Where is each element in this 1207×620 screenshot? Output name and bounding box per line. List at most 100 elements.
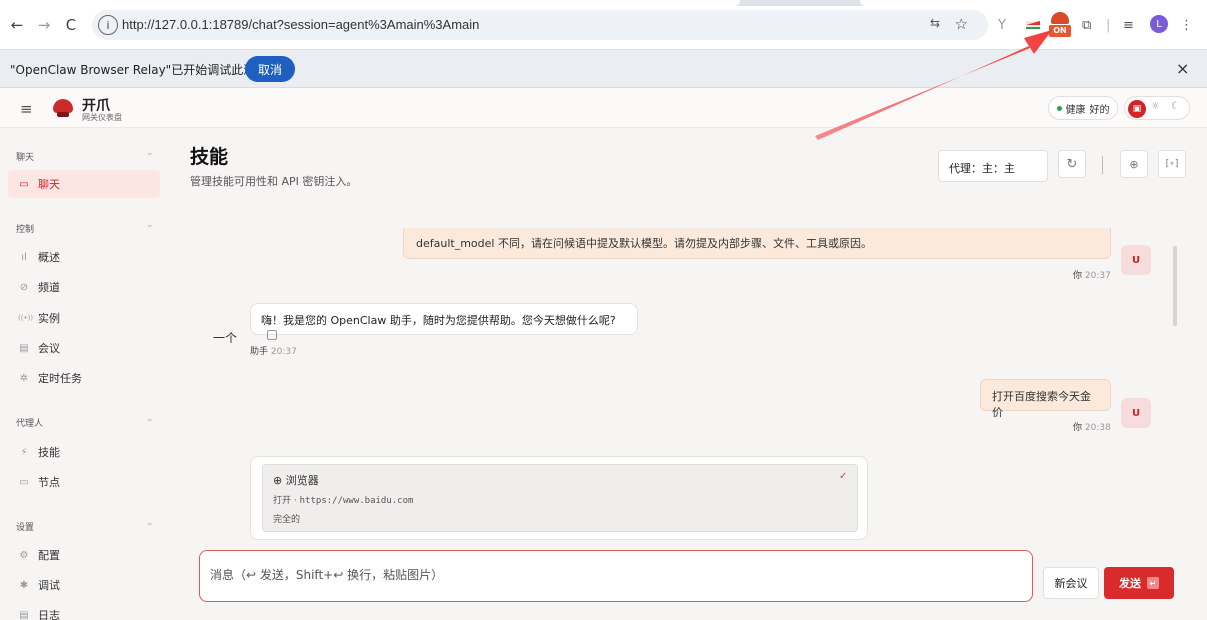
browser-toolbar: ← → C i http://127.0.0.1:18789/chat?sess… — [0, 0, 1207, 50]
media-control-icon[interactable]: ≡ — [1123, 14, 1134, 36]
separator-dot: · — [293, 496, 297, 506]
sidebar: 聊天 ⌄ ▭ 聊天 控制 ⌄ ıl 概述 ⊘ 频道 ((•)) 实例 ▤ 会议 … — [0, 128, 170, 620]
health-label: 健康 — [1065, 104, 1086, 116]
sidebar-item-label: 概述 — [38, 251, 60, 264]
app-header: ≡ 开爪 网关仪表盘 健康 好的 ▣ ☼ ☾ — [0, 88, 1207, 128]
message-author: 你 — [1073, 271, 1083, 281]
page-title: 技能 — [190, 146, 229, 168]
sidebar-item-logs[interactable]: ▤ 日志 — [8, 601, 160, 620]
document-icon: ▤ — [19, 342, 29, 354]
close-infobar-icon[interactable]: × — [1176, 59, 1189, 78]
tab-active[interactable] — [0, 0, 740, 6]
thinking-toggle-button[interactable]: [∘] — [1158, 150, 1186, 178]
message-composer[interactable] — [199, 550, 1033, 602]
tool-call-detail[interactable]: ⊕ 浏览器 ✓ 打开 · https://www.baidu.com 完全的 — [262, 464, 858, 532]
sidebar-item-channels[interactable]: ⊘ 频道 — [8, 273, 160, 301]
sidebar-item-label: 配置 — [38, 549, 60, 562]
focus-mode-button[interactable]: ⊕ — [1120, 150, 1148, 178]
sidebar-item-cron[interactable]: ✲ 定时任务 — [8, 364, 160, 392]
health-status-badge: 健康 好的 — [1048, 96, 1118, 120]
message-meta: 你 20:37 — [1073, 268, 1111, 281]
sidebar-item-label: 聊天 — [38, 178, 60, 191]
sidebar-item-label: 技能 — [38, 446, 60, 459]
chevron-down-icon[interactable]: ⌄ — [146, 148, 154, 158]
extension-y-icon[interactable]: Y — [998, 14, 1006, 36]
site-info-icon[interactable]: i — [98, 15, 118, 35]
openclaw-logo — [52, 96, 74, 118]
back-button[interactable]: ← — [6, 14, 28, 36]
sidebar-item-instances[interactable]: ((•)) 实例 — [8, 304, 160, 332]
gear-icon: ⚙ — [19, 549, 29, 561]
copy-icon[interactable] — [267, 330, 277, 340]
message-time: 20:38 — [1084, 423, 1111, 433]
broadcast-icon: ((•)) — [18, 314, 34, 322]
lightning-icon: ⚡ — [20, 446, 28, 458]
sidebar-item-chat[interactable]: ▭ 聊天 — [8, 170, 160, 198]
check-icon: ✓ — [839, 471, 848, 482]
extensions-puzzle-icon[interactable]: ⧉ — [1082, 14, 1091, 36]
sidebar-item-config[interactable]: ⚙ 配置 — [8, 541, 160, 569]
tool-status: 完全的 — [273, 515, 301, 525]
cancel-debugging-button[interactable]: 取消 — [245, 56, 295, 82]
globe-icon: ⊕ — [273, 474, 283, 487]
dark-mode-icon[interactable]: ☾ — [1171, 101, 1180, 112]
translate-icon[interactable]: ⇆ — [930, 16, 940, 30]
message-input[interactable] — [210, 565, 1010, 585]
link-icon: ⊘ — [19, 281, 29, 293]
sidebar-item-overview[interactable]: ıl 概述 — [8, 243, 160, 271]
refresh-button[interactable]: ↻ — [1058, 150, 1086, 178]
sidebar-item-label: 定时任务 — [38, 372, 82, 385]
chat-scrollbar[interactable] — [1173, 246, 1177, 326]
page-subtitle: 管理技能可用性和 API 密钥注入。 — [190, 175, 358, 188]
message-text: 嗨！我是您的 OpenClaw 助手，随时为您提供帮助。您今天想做什么呢? — [261, 314, 616, 327]
divider — [1102, 156, 1103, 174]
sidebar-item-label: 会议 — [38, 342, 60, 355]
assistant-avatar-text: 一个 — [213, 331, 238, 345]
brand-subtitle: 网关仪表盘 — [82, 113, 122, 122]
monitor-icon: ▭ — [19, 476, 29, 488]
profile-avatar[interactable]: L — [1150, 15, 1168, 33]
tool-call-card: ⊕ 浏览器 ✓ 打开 · https://www.baidu.com 完全的 — [250, 456, 868, 540]
assistant-message-bubble: 嗨！我是您的 OpenClaw 助手，随时为您提供帮助。您今天想做什么呢? — [250, 303, 638, 340]
sidebar-item-skills[interactable]: ⚡ 技能 — [8, 438, 160, 466]
sidebar-item-sessions[interactable]: ▤ 会议 — [8, 334, 160, 362]
reload-button[interactable]: C — [60, 14, 82, 36]
sidebar-item-debug[interactable]: ✱ 调试 — [8, 571, 160, 599]
user-avatar: U — [1121, 245, 1151, 275]
menu-icon[interactable]: ≡ — [20, 100, 33, 118]
browser-menu-icon[interactable]: ⋮ — [1180, 14, 1193, 36]
system-mode-icon[interactable]: ▣ — [1128, 100, 1146, 118]
tab-other[interactable] — [860, 0, 1207, 6]
enter-key-icon: ↵ — [1147, 577, 1159, 589]
sidebar-item-nodes[interactable]: ▭ 节点 — [8, 468, 160, 496]
chevron-down-icon[interactable]: ⌄ — [146, 220, 154, 230]
message-author: 助手 — [250, 347, 269, 357]
sidebar-section-agents: 代理人 — [16, 419, 44, 429]
chat-icon: ▭ — [19, 178, 29, 190]
sidebar-section-settings: 设置 — [16, 523, 35, 533]
send-button[interactable]: 发送 ↵ — [1104, 567, 1174, 599]
sidebar-item-label: 节点 — [38, 476, 60, 489]
bookmark-star-icon[interactable]: ☆ — [955, 15, 968, 33]
chevron-down-icon[interactable]: ⌄ — [146, 414, 154, 424]
message-meta: 助手 20:37 — [250, 344, 297, 357]
sidebar-item-label: 频道 — [38, 281, 60, 294]
infobar-message: "OpenClaw Browser Relay"已开始调试此浏览器 — [10, 63, 280, 77]
message-text: 打开百度搜索今天金价 — [992, 390, 1091, 419]
agent-select[interactable]: 代理：主：主 — [938, 150, 1048, 182]
address-bar[interactable]: i http://127.0.0.1:18789/chat?session=ag… — [92, 10, 988, 40]
log-icon: ▤ — [19, 609, 29, 620]
theme-mode-toggle[interactable]: ▣ ☼ ☾ — [1124, 96, 1190, 120]
url-text[interactable]: http://127.0.0.1:18789/chat?session=agen… — [122, 17, 479, 32]
tool-action: 打开 · https://www.baidu.com — [273, 493, 413, 506]
tab-strip — [0, 0, 1207, 6]
spinner-icon: ✲ — [19, 372, 29, 384]
sidebar-section-chat: 聊天 — [16, 153, 35, 163]
openclaw-relay-extension-icon[interactable]: ON — [1049, 12, 1071, 38]
new-session-button[interactable]: 新会议 — [1043, 567, 1099, 599]
chevron-down-icon[interactable]: ⌄ — [146, 518, 154, 528]
message-author: 你 — [1073, 423, 1083, 433]
extension-flag-icon[interactable] — [1025, 14, 1041, 36]
forward-button[interactable]: → — [33, 14, 55, 36]
light-mode-icon[interactable]: ☼ — [1151, 101, 1160, 112]
